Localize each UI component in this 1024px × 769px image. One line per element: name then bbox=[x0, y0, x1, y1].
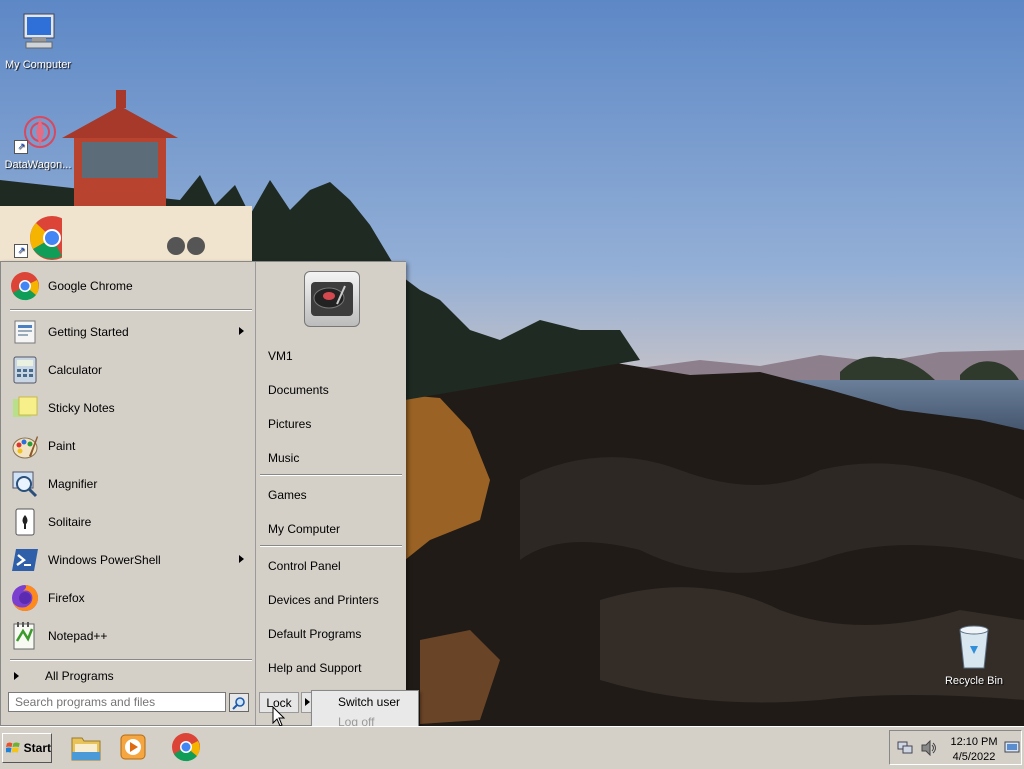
places-item-music[interactable]: Music bbox=[268, 451, 299, 465]
recycle-bin-icon bbox=[959, 625, 989, 669]
paint-icon bbox=[10, 431, 40, 461]
tray-clock[interactable]: 12:10 PM 4/5/2022 bbox=[946, 735, 1002, 765]
desktop-icon-my-computer[interactable]: My Computer bbox=[0, 10, 76, 71]
start-item-windows-powershell[interactable]: Windows PowerShell bbox=[10, 542, 252, 578]
clock-time: 12:10 PM bbox=[950, 736, 998, 748]
turntable-user-icon bbox=[311, 282, 353, 316]
places-item-help-and-support[interactable]: Help and Support bbox=[268, 661, 361, 675]
sticky-notes-icon bbox=[10, 393, 40, 423]
start-item-magnifier[interactable]: Magnifier bbox=[10, 466, 252, 502]
start-button[interactable]: Start bbox=[2, 733, 52, 763]
start-item-paint[interactable]: Paint bbox=[10, 428, 252, 464]
start-item-label: Notepad++ bbox=[48, 629, 108, 643]
start-item-label: Calculator bbox=[48, 363, 103, 377]
desktop-icon-recycle-bin[interactable]: Recycle Bin bbox=[936, 624, 1012, 687]
mouse-cursor-icon bbox=[272, 706, 286, 727]
start-item-label: Getting Started bbox=[48, 325, 129, 339]
start-item-label: Google Chrome bbox=[48, 279, 133, 293]
taskbar-file-explorer[interactable] bbox=[70, 731, 102, 763]
search-button[interactable] bbox=[229, 693, 249, 712]
shortcut-arrow-icon: ↗ bbox=[14, 244, 28, 258]
start-menu: Google Chrome Getting Started Calculator… bbox=[0, 261, 406, 726]
places-item-default-programs[interactable]: Default Programs bbox=[268, 627, 361, 641]
taskbar-media-player[interactable] bbox=[117, 731, 149, 763]
start-item-sticky-notes[interactable]: Sticky Notes bbox=[10, 390, 252, 426]
solitaire-icon bbox=[10, 507, 40, 537]
powershell-icon bbox=[10, 545, 40, 575]
start-menu-programs-pane: Google Chrome Getting Started Calculator… bbox=[4, 265, 252, 691]
shortcut-arrow-icon: ↗ bbox=[14, 140, 28, 154]
submenu-arrow-icon bbox=[239, 327, 244, 335]
desktop-icon-chrome[interactable]: ↗ bbox=[0, 212, 76, 260]
desktop-icon-label: DataWagon... bbox=[4, 159, 72, 171]
desktop-icon-label: Recycle Bin bbox=[944, 675, 1004, 687]
divider bbox=[260, 474, 402, 476]
media-player-icon bbox=[120, 734, 146, 760]
taskbar: Start 12:10 PM 4/5/2022 bbox=[0, 726, 1024, 769]
switch-user-menu-item[interactable]: Switch user bbox=[338, 695, 400, 709]
submenu-arrow-icon bbox=[239, 555, 244, 563]
divider bbox=[260, 545, 402, 547]
start-item-calculator[interactable]: Calculator bbox=[10, 352, 252, 388]
all-programs-label: All Programs bbox=[45, 669, 114, 683]
show-desktop-icon[interactable] bbox=[1004, 741, 1020, 755]
places-item-my-computer[interactable]: My Computer bbox=[268, 522, 340, 536]
system-tray: 12:10 PM 4/5/2022 bbox=[889, 730, 1022, 765]
start-button-label: Start bbox=[23, 741, 51, 755]
search-input[interactable] bbox=[8, 692, 226, 712]
magnifier-icon bbox=[10, 469, 40, 499]
notepadpp-icon bbox=[10, 621, 40, 651]
start-menu-places-pane: VM1 Documents Pictures Music Games My Co… bbox=[255, 262, 406, 725]
user-picture[interactable] bbox=[304, 271, 360, 327]
start-item-google-chrome[interactable]: Google Chrome bbox=[10, 268, 252, 304]
getting-started-icon bbox=[10, 317, 40, 347]
expand-arrow-icon bbox=[14, 672, 19, 680]
desktop-icon-label: My Computer bbox=[4, 59, 72, 71]
start-item-label: Magnifier bbox=[48, 477, 98, 491]
chrome-icon bbox=[172, 733, 200, 762]
computer-icon bbox=[23, 13, 55, 49]
all-programs-button[interactable]: All Programs bbox=[14, 665, 252, 687]
windows-logo-icon bbox=[6, 742, 20, 753]
start-item-label: Windows PowerShell bbox=[48, 553, 161, 567]
places-item-devices-and-printers[interactable]: Devices and Printers bbox=[268, 593, 379, 607]
start-item-getting-started[interactable]: Getting Started bbox=[10, 314, 252, 350]
network-icon[interactable] bbox=[897, 740, 913, 756]
start-item-label: Solitaire bbox=[48, 515, 92, 529]
places-item-games[interactable]: Games bbox=[268, 488, 307, 502]
calculator-icon bbox=[10, 355, 40, 385]
volume-icon[interactable] bbox=[920, 740, 938, 756]
places-item-pictures[interactable]: Pictures bbox=[268, 417, 311, 431]
places-item-documents[interactable]: Documents bbox=[268, 383, 329, 397]
start-item-firefox[interactable]: Firefox bbox=[10, 580, 252, 616]
clock-date: 4/5/2022 bbox=[952, 751, 996, 763]
divider bbox=[10, 659, 252, 661]
start-item-label: Firefox bbox=[48, 591, 85, 605]
taskbar-chrome[interactable] bbox=[170, 731, 202, 763]
start-item-label: Paint bbox=[48, 439, 76, 453]
start-item-solitaire[interactable]: Solitaire bbox=[10, 504, 252, 540]
firefox-icon bbox=[10, 583, 40, 613]
start-item-label: Sticky Notes bbox=[48, 401, 115, 415]
chrome-icon bbox=[10, 271, 40, 301]
places-item-control-panel[interactable]: Control Panel bbox=[268, 559, 341, 573]
start-item-notepadpp[interactable]: Notepad++ bbox=[10, 618, 252, 654]
file-explorer-icon bbox=[71, 737, 101, 761]
divider bbox=[10, 309, 252, 311]
places-item-vm1[interactable]: VM1 bbox=[268, 349, 293, 363]
search-icon bbox=[232, 696, 245, 710]
desktop-icon-datawagon[interactable]: ↗ DataWagon... bbox=[0, 110, 76, 171]
